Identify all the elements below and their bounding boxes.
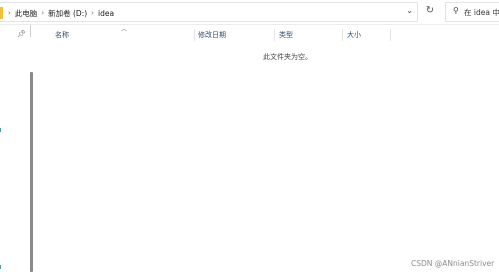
- folder-icon: [0, 7, 3, 19]
- breadcrumb-idea[interactable]: idea: [96, 9, 116, 18]
- column-divider[interactable]: [194, 29, 195, 41]
- navigation-pane: 📌︎: [0, 25, 34, 272]
- sidebar-marker: [0, 265, 1, 269]
- breadcrumb: › 此电脑 › 新加卷 (D:) › idea: [6, 6, 116, 20]
- breadcrumb-drive-d[interactable]: 新加卷 (D:): [46, 8, 89, 19]
- column-size[interactable]: 大小: [347, 30, 361, 40]
- column-header-row: ︿ 名称 修改日期 类型 大小: [34, 25, 499, 43]
- chevron-right-icon[interactable]: ›: [39, 9, 46, 17]
- sort-ascending-icon: ︿: [121, 26, 128, 33]
- chevron-right-icon[interactable]: ›: [89, 9, 96, 17]
- column-date-modified[interactable]: 修改日期: [198, 30, 226, 40]
- column-type[interactable]: 类型: [279, 30, 293, 40]
- sidebar-scrollbar[interactable]: [30, 72, 33, 272]
- toolbar: › 此电脑 › 新加卷 (D:) › idea ⌄ ↻ ⚲ 在 idea 中: [0, 0, 499, 25]
- column-divider[interactable]: [274, 29, 275, 41]
- pin-icon[interactable]: 📌︎: [17, 30, 26, 38]
- column-divider[interactable]: [390, 29, 391, 41]
- chevron-right-icon[interactable]: ›: [6, 9, 13, 17]
- search-placeholder: 在 idea 中: [464, 8, 499, 17]
- refresh-icon[interactable]: ↻: [423, 4, 437, 18]
- column-divider[interactable]: [342, 29, 343, 41]
- search-icon: ⚲: [453, 6, 459, 15]
- address-bar[interactable]: › 此电脑 › 新加卷 (D:) › idea ⌄: [0, 2, 418, 22]
- search-input[interactable]: ⚲ 在 idea 中: [445, 2, 499, 22]
- sidebar-marker: [0, 128, 1, 132]
- column-name[interactable]: 名称: [55, 30, 69, 40]
- empty-folder-message: 此文件夹为空。: [263, 53, 312, 61]
- sidebar-divider: [30, 25, 31, 37]
- chevron-down-icon[interactable]: ⌄: [406, 6, 413, 15]
- watermark: CSDN @ANnianStriver: [411, 259, 495, 268]
- breadcrumb-this-pc[interactable]: 此电脑: [13, 8, 40, 19]
